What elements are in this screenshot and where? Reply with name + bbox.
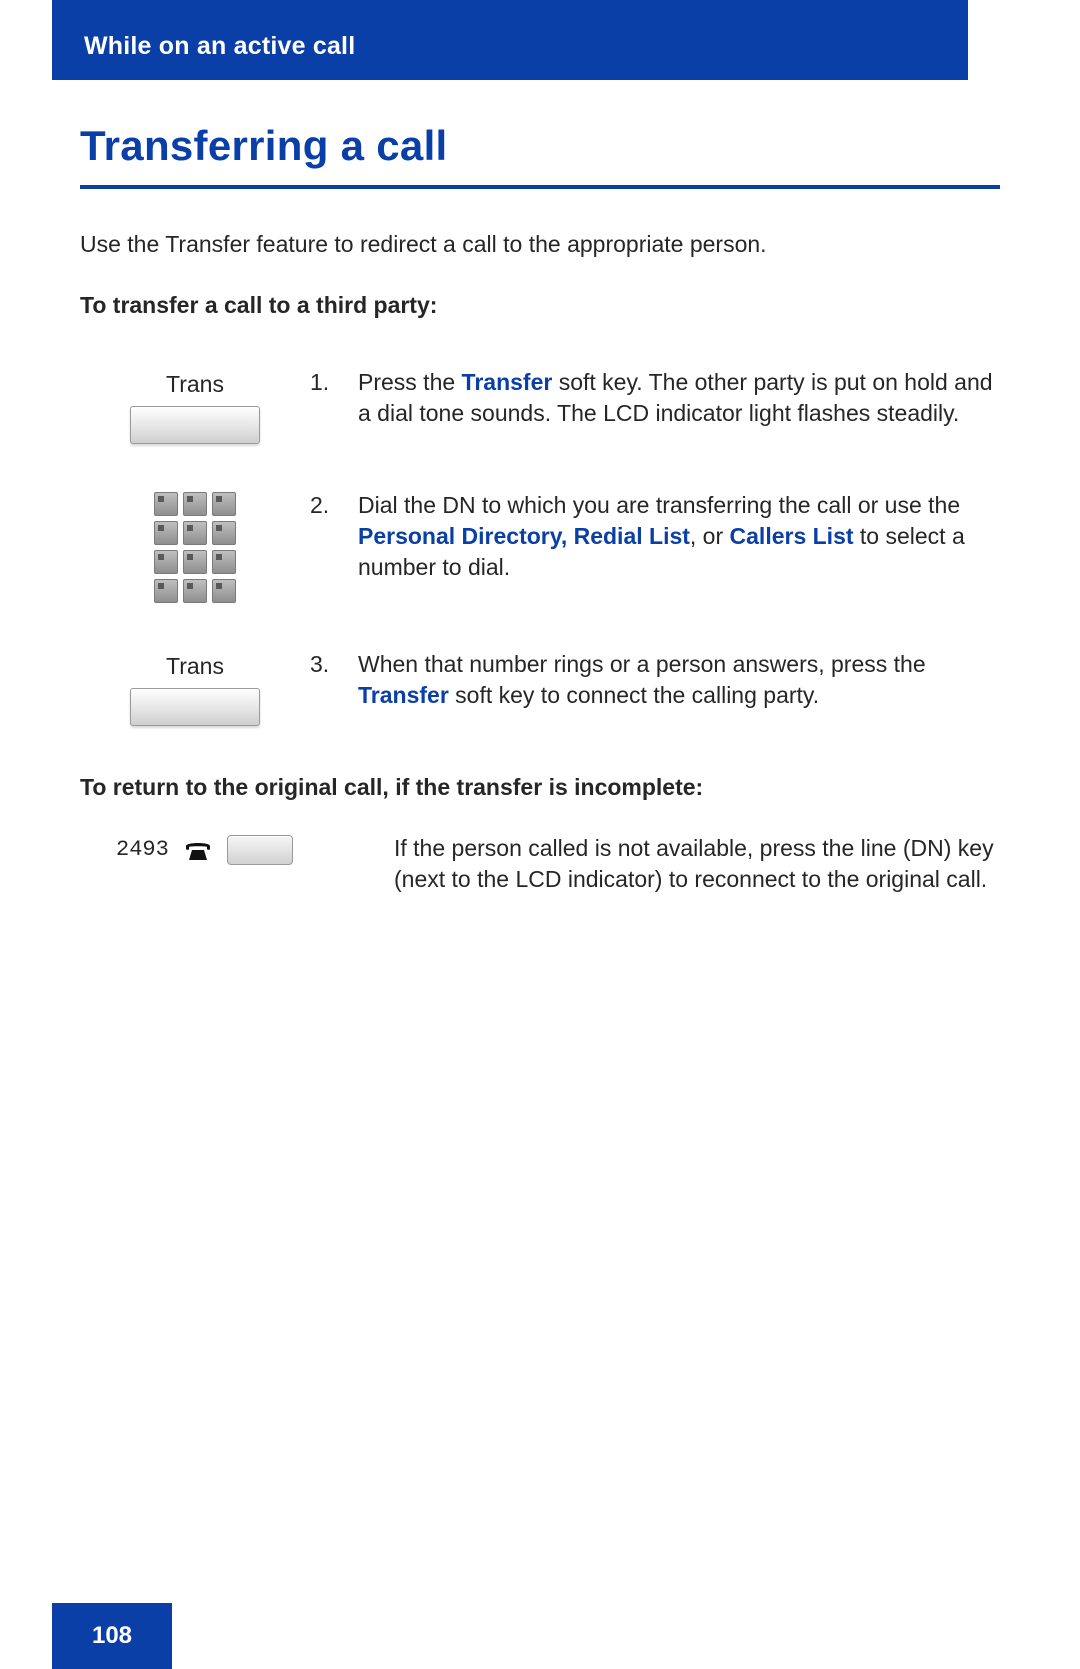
subheading-1: To transfer a call to a third party: <box>80 290 1000 321</box>
section-header: While on an active call <box>52 0 968 80</box>
text: soft key to connect the calling party. <box>449 682 819 708</box>
dn-number: 2493 <box>116 835 169 865</box>
transfer-link: Transfer <box>462 369 553 395</box>
text: Press the <box>358 369 462 395</box>
callers-list-link: Callers List <box>730 523 854 549</box>
step-text: When that number rings or a person answe… <box>358 649 1000 726</box>
step-text: Dial the DN to which you are transferrin… <box>358 490 1000 603</box>
step-number: 2. <box>310 490 358 603</box>
step-3: Trans 3. When that number rings or a per… <box>80 649 1000 726</box>
softkey-label: Trans <box>166 369 224 400</box>
text: When that number rings or a person answe… <box>358 651 926 677</box>
page-title: Transferring a call <box>80 118 1000 189</box>
step-1: Trans 1. Press the Transfer soft key. Th… <box>80 367 1000 444</box>
subheading-2: To return to the original call, if the t… <box>80 772 1000 803</box>
keypad-icon <box>154 492 236 603</box>
transfer-link: Transfer <box>358 682 449 708</box>
phone-icon <box>183 838 213 862</box>
softkey-icon <box>130 406 260 444</box>
step-number: 3. <box>310 649 358 726</box>
line-key-icon <box>227 835 293 865</box>
text: Dial the DN to which you are transferrin… <box>358 492 960 518</box>
softkey-label: Trans <box>166 651 224 682</box>
directory-link: Personal Directory, Redial List <box>358 523 690 549</box>
section-header-text: While on an active call <box>84 30 355 64</box>
page-number: 108 <box>52 1603 172 1669</box>
intro-text: Use the Transfer feature to redirect a c… <box>80 229 1000 260</box>
dn-step: 2493 If the person called is not availab… <box>80 833 1000 895</box>
softkey-trans: Trans <box>130 651 260 726</box>
step-number: 1. <box>310 367 358 444</box>
softkey-icon <box>130 688 260 726</box>
step-text: Press the Transfer soft key. The other p… <box>358 367 1000 444</box>
softkey-trans: Trans <box>130 369 260 444</box>
step-2: 2. Dial the DN to which you are transfer… <box>80 490 1000 603</box>
text: , or <box>690 523 730 549</box>
dn-step-text: If the person called is not available, p… <box>394 833 1000 895</box>
